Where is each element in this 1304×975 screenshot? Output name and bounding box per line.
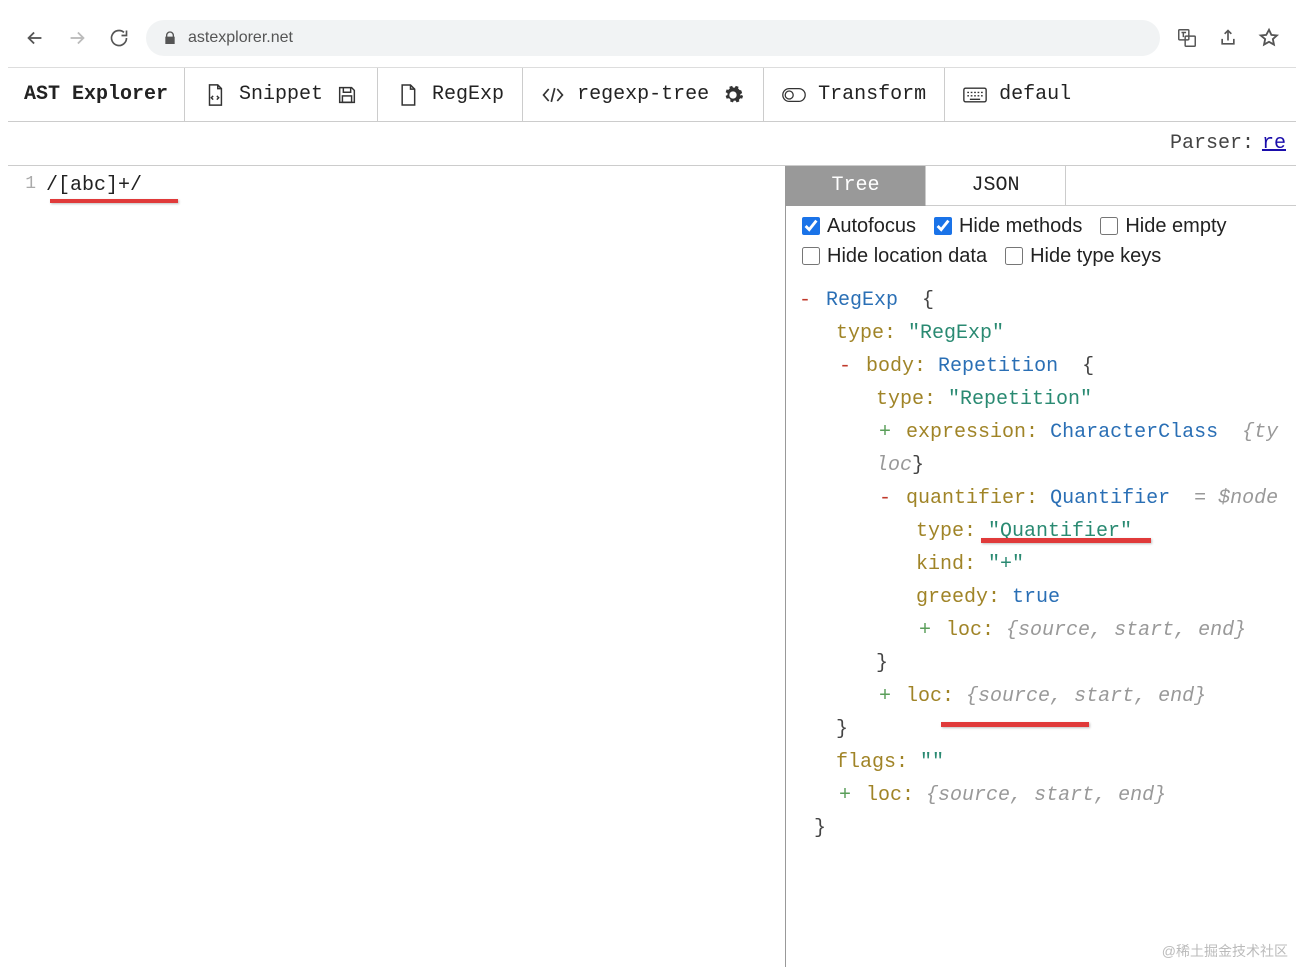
opt-hide-type[interactable]: Hide type keys: [1001, 244, 1161, 268]
opt-hide-empty-checkbox[interactable]: [1100, 217, 1118, 235]
opt-autofocus[interactable]: Autofocus: [798, 214, 916, 238]
output-tabs: Tree JSON: [786, 166, 1296, 206]
snippet-label: Snippet: [239, 83, 323, 106]
parser-link[interactable]: re: [1262, 132, 1286, 155]
code-line[interactable]: /[abc]+/: [46, 174, 142, 197]
line-number: 1: [8, 174, 46, 197]
transform-menu[interactable]: Transform: [764, 68, 945, 121]
parser-menu[interactable]: regexp-tree: [523, 68, 764, 121]
annotation-underline: [941, 722, 1089, 727]
toggle-icon: [782, 83, 806, 107]
app-title[interactable]: AST Explorer: [8, 68, 185, 121]
expand-icon[interactable]: +: [876, 416, 894, 449]
keymap-menu[interactable]: defaul: [945, 68, 1089, 121]
opt-hide-type-checkbox[interactable]: [1005, 247, 1023, 265]
annotation-underline: [981, 538, 1151, 543]
tree-pane: Tree JSON Autofocus Hide methods Hide em…: [786, 166, 1296, 967]
url-text: astexplorer.net: [188, 29, 293, 47]
reload-icon[interactable]: [108, 27, 130, 49]
tab-tree[interactable]: Tree: [786, 166, 926, 206]
nav-buttons: [24, 27, 130, 49]
collapse-icon[interactable]: -: [796, 284, 814, 317]
main-panes: 1 /[abc]+/ Tree JSON Autofocus Hide meth…: [8, 166, 1296, 967]
opt-hide-location[interactable]: Hide location data: [798, 244, 987, 268]
collapse-icon[interactable]: -: [876, 482, 894, 515]
transform-label: Transform: [818, 83, 926, 106]
opt-autofocus-checkbox[interactable]: [802, 217, 820, 235]
app-toolbar: AST Explorer Snippet RegExp regexp-tree …: [8, 68, 1296, 122]
code-editor[interactable]: 1 /[abc]+/: [8, 166, 786, 967]
translate-icon[interactable]: [1176, 27, 1198, 49]
language-menu[interactable]: RegExp: [378, 68, 523, 121]
browser-chrome: astexplorer.net: [8, 8, 1296, 68]
expand-icon[interactable]: +: [836, 779, 854, 812]
tab-json[interactable]: JSON: [926, 166, 1066, 206]
collapse-icon[interactable]: -: [836, 350, 854, 383]
lock-icon: [162, 30, 178, 46]
watermark: @稀土掘金技术社区: [1162, 941, 1288, 961]
share-icon[interactable]: [1218, 28, 1238, 48]
back-icon[interactable]: [24, 27, 46, 49]
save-icon[interactable]: [335, 83, 359, 107]
forward-icon[interactable]: [66, 27, 88, 49]
opt-hide-methods-checkbox[interactable]: [934, 217, 952, 235]
ast-output[interactable]: - RegExp { type: "RegExp" - body: Repeti…: [786, 276, 1296, 865]
code-icon: [541, 83, 565, 107]
browser-right-icons: [1176, 27, 1280, 49]
url-bar[interactable]: astexplorer.net: [146, 20, 1160, 56]
annotation-underline: [50, 199, 178, 203]
expand-icon[interactable]: +: [876, 680, 894, 713]
file-icon: [396, 83, 420, 107]
expand-icon[interactable]: +: [916, 614, 934, 647]
parser-label-text: Parser:: [1170, 132, 1254, 155]
parser-label: regexp-tree: [577, 83, 709, 106]
star-icon[interactable]: [1258, 27, 1280, 49]
opt-hide-location-checkbox[interactable]: [802, 247, 820, 265]
opt-hide-methods[interactable]: Hide methods: [930, 214, 1082, 238]
parser-info-row: Parser: re: [8, 122, 1296, 166]
snippet-icon: [203, 83, 227, 107]
opt-hide-empty[interactable]: Hide empty: [1096, 214, 1226, 238]
snippet-menu[interactable]: Snippet: [185, 68, 378, 121]
keymap-label: defaul: [999, 83, 1071, 106]
tree-options: Autofocus Hide methods Hide empty Hide l…: [786, 206, 1296, 276]
gear-icon[interactable]: [721, 83, 745, 107]
language-label: RegExp: [432, 83, 504, 106]
tab-spacer: [1066, 166, 1296, 206]
keyboard-icon: [963, 83, 987, 107]
